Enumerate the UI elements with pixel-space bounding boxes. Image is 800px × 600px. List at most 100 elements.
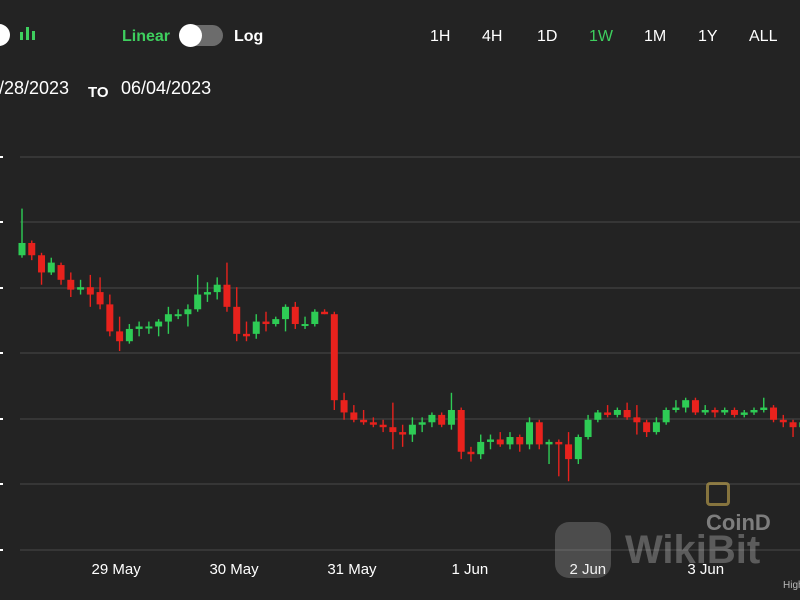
- candle-down[interactable]: [38, 252, 46, 285]
- candle-up[interactable]: [18, 208, 26, 258]
- candle-body: [379, 424, 387, 428]
- candle-up[interactable]: [613, 407, 621, 418]
- candle-down[interactable]: [789, 419, 797, 438]
- candle-down[interactable]: [711, 407, 719, 418]
- candle-down[interactable]: [457, 407, 465, 460]
- candle-up[interactable]: [311, 309, 319, 327]
- candle-up[interactable]: [682, 397, 690, 413]
- candle-down[interactable]: [438, 412, 446, 428]
- candle-up[interactable]: [486, 434, 494, 450]
- candle-up[interactable]: [721, 407, 729, 415]
- candle-body: [496, 439, 504, 445]
- candle-up[interactable]: [701, 405, 709, 415]
- candle-up[interactable]: [301, 316, 309, 329]
- candle-down[interactable]: [730, 407, 738, 418]
- candle-down[interactable]: [233, 287, 241, 342]
- candle-up[interactable]: [252, 314, 260, 339]
- candle-up[interactable]: [164, 306, 172, 334]
- candle-up[interactable]: [545, 439, 553, 465]
- candle-down[interactable]: [330, 311, 338, 410]
- candle-down[interactable]: [633, 405, 641, 435]
- candle-up[interactable]: [282, 304, 290, 332]
- candle-up[interactable]: [194, 274, 202, 312]
- candle-down[interactable]: [496, 432, 504, 447]
- candle-body: [18, 242, 26, 256]
- candle-down[interactable]: [262, 311, 270, 332]
- candle-down[interactable]: [57, 262, 65, 285]
- candle-down[interactable]: [565, 432, 573, 482]
- candle-down[interactable]: [643, 419, 651, 438]
- candle-body: [545, 441, 553, 445]
- candle-body: [506, 437, 514, 445]
- candle-up[interactable]: [428, 412, 436, 428]
- candle-up[interactable]: [477, 434, 485, 460]
- candle-body: [701, 409, 709, 413]
- candle-down[interactable]: [96, 277, 104, 310]
- candle-up[interactable]: [272, 316, 280, 327]
- candle-down[interactable]: [223, 262, 231, 312]
- candle-up[interactable]: [740, 409, 748, 418]
- candlestick-chart: 29 May30 May31 May1 Jun2 Jun3 Jun4 Jun: [0, 156, 800, 578]
- candle-down[interactable]: [321, 309, 329, 315]
- candle-down[interactable]: [770, 405, 778, 423]
- candle-down[interactable]: [379, 419, 387, 433]
- candle-up[interactable]: [174, 309, 182, 320]
- candle-up[interactable]: [135, 321, 143, 337]
- candle-down[interactable]: [67, 272, 75, 298]
- candle-body: [516, 437, 524, 445]
- candle-body: [203, 292, 211, 295]
- candle-up[interactable]: [408, 417, 416, 442]
- candle-body: [486, 439, 494, 442]
- candle-up[interactable]: [203, 282, 211, 302]
- candle-down[interactable]: [242, 321, 250, 342]
- candle-down[interactable]: [360, 409, 368, 425]
- x-tick-label: 29 May: [92, 561, 142, 578]
- candle-body: [408, 424, 416, 435]
- candle-body: [360, 419, 368, 423]
- candle-down[interactable]: [106, 294, 114, 337]
- candle-up[interactable]: [47, 257, 55, 275]
- candle-down[interactable]: [604, 405, 612, 418]
- candle-down[interactable]: [291, 301, 299, 329]
- candle-down[interactable]: [779, 414, 787, 428]
- candle-up[interactable]: [77, 279, 85, 295]
- candle-down[interactable]: [389, 402, 397, 450]
- candle-up[interactable]: [750, 407, 758, 415]
- candle-down[interactable]: [691, 397, 699, 415]
- candle-down[interactable]: [28, 240, 36, 261]
- candle-body: [643, 422, 651, 433]
- candle-down[interactable]: [535, 419, 543, 450]
- candle-down[interactable]: [623, 402, 631, 420]
- candle-down[interactable]: [555, 439, 563, 477]
- candle-down[interactable]: [116, 316, 124, 352]
- candle-up[interactable]: [594, 409, 602, 423]
- candle-up[interactable]: [526, 417, 534, 450]
- candle-up[interactable]: [155, 319, 163, 337]
- candle-down[interactable]: [340, 392, 348, 420]
- candle-body: [145, 326, 153, 329]
- candle-up[interactable]: [672, 400, 680, 413]
- candle-up[interactable]: [662, 407, 670, 425]
- candle-up[interactable]: [506, 432, 514, 450]
- candle-up[interactable]: [574, 434, 582, 465]
- candle-body: [369, 422, 377, 425]
- candle-body: [662, 409, 670, 423]
- candle-up[interactable]: [418, 417, 426, 433]
- candle-body: [770, 407, 778, 420]
- candle-down[interactable]: [467, 446, 475, 462]
- candle-down[interactable]: [399, 424, 407, 447]
- candle-up[interactable]: [760, 397, 768, 413]
- candle-down[interactable]: [350, 405, 358, 423]
- candle-up[interactable]: [125, 324, 133, 344]
- candle-up[interactable]: [213, 277, 221, 300]
- candle-up[interactable]: [145, 321, 153, 334]
- candle-body: [116, 331, 124, 342]
- candle-down[interactable]: [516, 434, 524, 452]
- candle-body: [67, 279, 75, 290]
- x-tick-label: 30 May: [209, 561, 259, 578]
- candle-body: [613, 409, 621, 415]
- candle-down[interactable]: [86, 274, 94, 307]
- candle-up[interactable]: [447, 392, 455, 430]
- candle-up[interactable]: [184, 304, 192, 327]
- candle-up[interactable]: [652, 417, 660, 435]
